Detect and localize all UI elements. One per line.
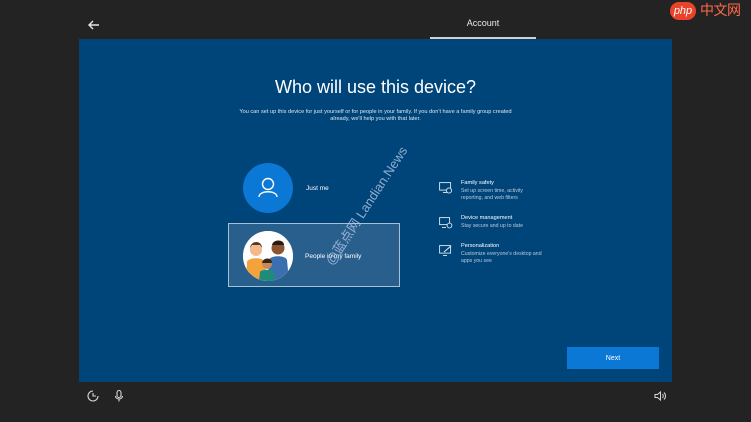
family-illustration-icon xyxy=(243,231,293,281)
feature-title: Family safety xyxy=(461,180,494,186)
option-people-in-my-family[interactable]: People in my family xyxy=(228,223,400,287)
volume-icon[interactable] xyxy=(653,389,667,403)
watermark-cn-text: 中文网 xyxy=(700,3,741,19)
option-just-me[interactable]: Just me xyxy=(228,160,400,216)
person-icon xyxy=(243,163,293,213)
device-management-icon xyxy=(439,216,453,229)
feature-description: Stay secure and up to date xyxy=(461,223,524,229)
page-title: Account xyxy=(466,18,500,28)
watermark-php-badge: php xyxy=(670,2,696,20)
main-heading: Who will use this device? xyxy=(274,77,477,97)
option-label-family: People in my family xyxy=(305,253,362,260)
option-label-just-me: Just me xyxy=(306,185,329,192)
ease-of-access-icon[interactable] xyxy=(86,389,100,403)
feature-title: Device management xyxy=(461,215,513,221)
back-arrow-icon[interactable] xyxy=(85,16,103,34)
microphone-icon[interactable] xyxy=(112,389,126,403)
feature-description: Customize everyone's desktop and apps yo… xyxy=(461,251,542,264)
feature-description: Set up screen time, activity reporting, … xyxy=(461,188,523,201)
feature-title: Personalization xyxy=(461,243,500,249)
php-cn-watermark-logo: php 中文网 xyxy=(670,2,750,24)
family-safety-icon xyxy=(439,181,453,194)
main-subtitle: You can set up this device for just your… xyxy=(239,109,512,122)
next-button[interactable]: Next xyxy=(567,347,659,369)
setup-panel: Who will use this device? You can set up… xyxy=(79,39,672,382)
oobe-window: Account php 中文网 Who will use this device… xyxy=(0,0,751,422)
personalization-icon xyxy=(439,244,453,256)
